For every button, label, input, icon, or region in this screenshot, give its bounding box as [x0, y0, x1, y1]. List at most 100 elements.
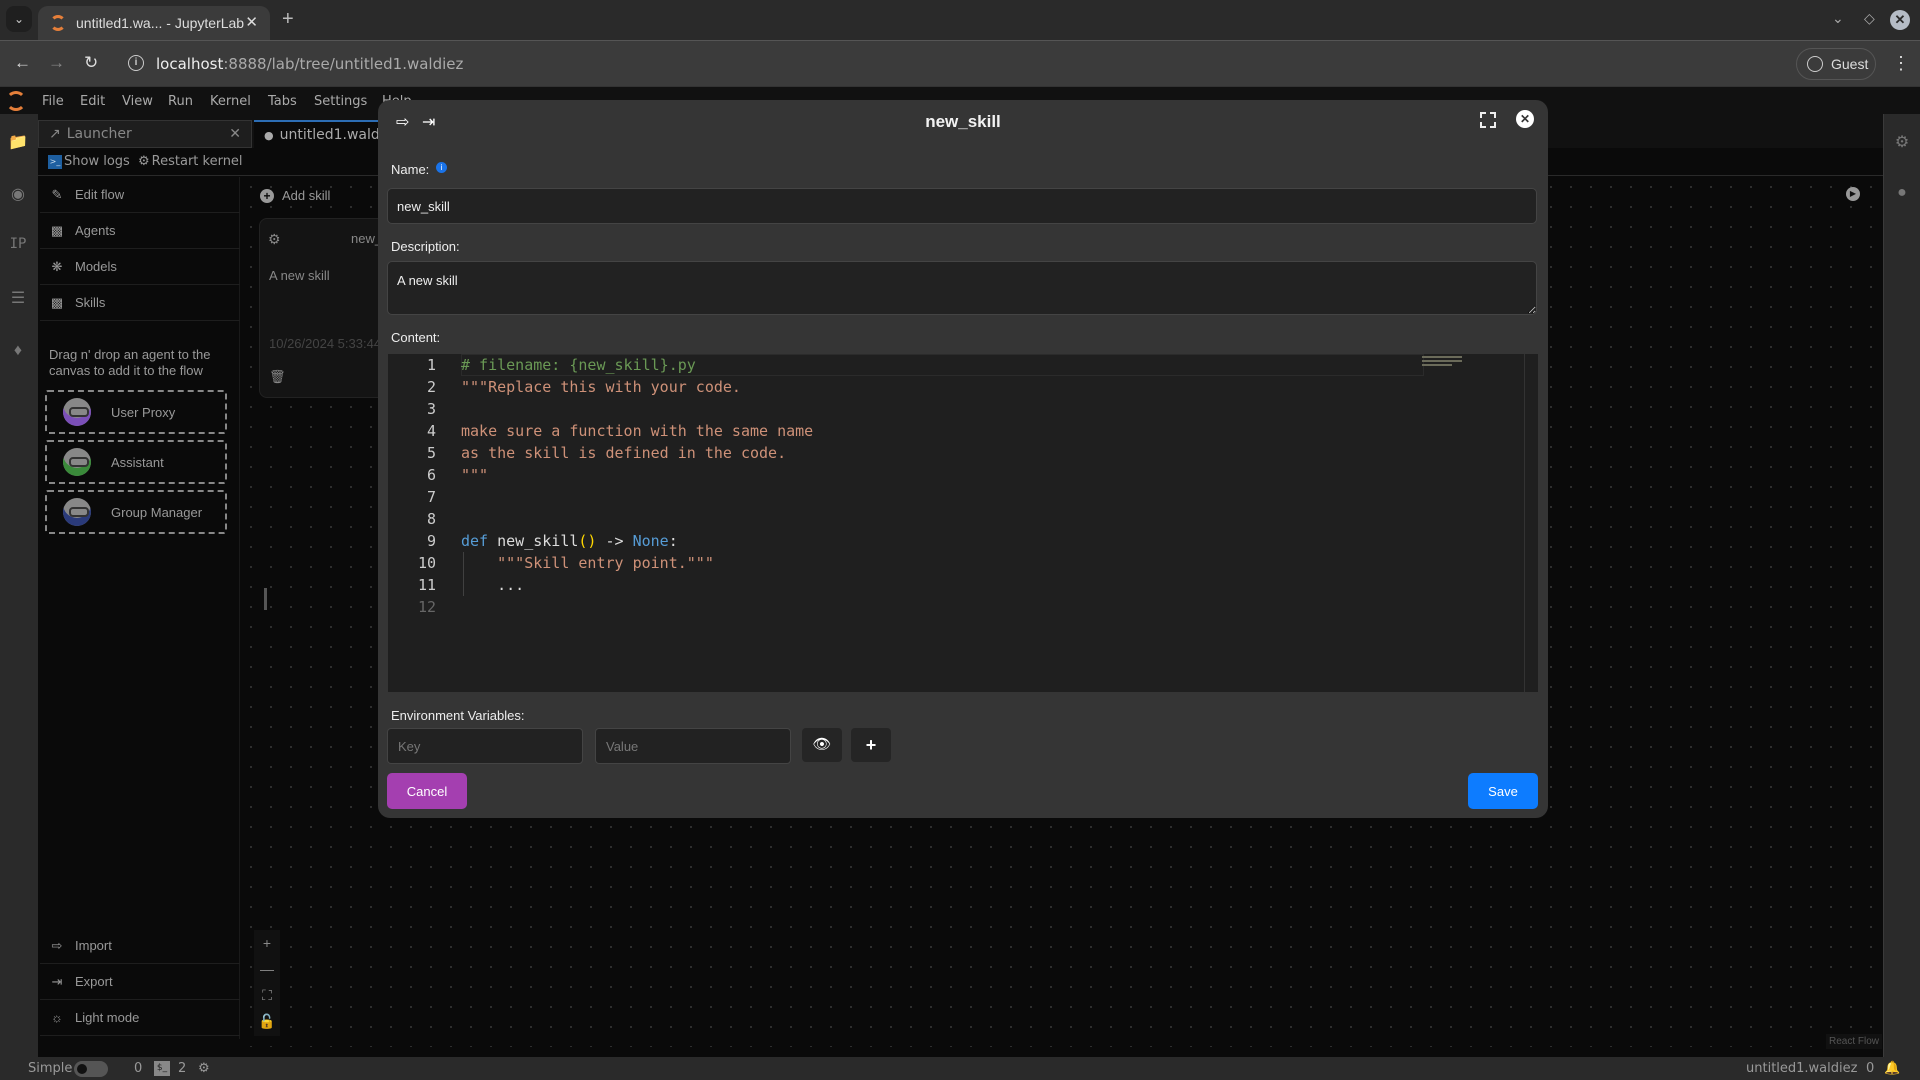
add-skill-button[interactable]: + Add skill — [260, 188, 330, 203]
minimap-line — [1422, 356, 1462, 358]
sidebar-item-edit-flow[interactable]: ✎ Edit flow — [40, 177, 240, 213]
code-token: """ — [461, 466, 489, 484]
menu-kernel[interactable]: Kernel — [210, 94, 251, 109]
tab-launcher[interactable]: ↗ Launcher ✕ — [38, 120, 252, 148]
env-value-input[interactable] — [595, 728, 791, 764]
info-icon[interactable]: i — [435, 162, 447, 173]
terminal-status-icon[interactable]: $_ — [154, 1061, 170, 1076]
site-info-icon[interactable]: i — [128, 55, 144, 71]
table-of-contents-icon[interactable]: ☰ — [8, 288, 28, 308]
extension-puzzle-icon[interactable]: ♦ — [8, 342, 28, 362]
chip-icon: ⚙ — [138, 154, 150, 169]
folder-icon[interactable]: 📁 — [8, 132, 28, 152]
simple-mode-toggle[interactable] — [74, 1061, 108, 1077]
show-logs-button[interactable]: >_ Show logs — [48, 154, 130, 169]
add-skill-label: Add skill — [282, 188, 331, 203]
save-button[interactable]: Save — [1468, 773, 1538, 809]
tab-search-button[interactable]: ⌄ — [6, 6, 32, 32]
sidebar-item-models[interactable]: ❋ Models — [40, 249, 240, 285]
toggle-visibility-button[interactable]: 👁 — [802, 728, 842, 762]
browser-tab-title: untitled1.wa... - JupyterLab — [76, 15, 245, 31]
left-activity-bar: 📁 ◉ IP ☰ ♦ — [0, 114, 38, 1057]
property-inspector-icon[interactable]: IP — [8, 236, 28, 256]
profile-label: Guest — [1831, 56, 1869, 72]
menu-tabs[interactable]: Tabs — [268, 94, 297, 109]
name-input[interactable] — [387, 188, 1537, 224]
launcher-icon: ↗ — [49, 126, 61, 142]
browser-menu-icon[interactable]: ⋮ — [1892, 53, 1910, 74]
react-flow-attribution[interactable]: React Flow — [1826, 1034, 1883, 1049]
env-vars-label: Environment Variables: — [391, 708, 525, 723]
property-gears-icon[interactable]: ⚙ — [1892, 132, 1912, 152]
trash-icon[interactable]: 🗑 — [269, 369, 286, 385]
diamond-icon[interactable]: ◇ — [1864, 10, 1875, 27]
zoom-out-icon[interactable]: — — [254, 956, 280, 982]
sidebar-item-import[interactable]: ⇨ Import — [40, 928, 240, 964]
editor-minimap[interactable] — [1422, 354, 1502, 384]
right-activity-bar: ⚙ ● — [1883, 114, 1920, 1057]
edit-icon: ✎ — [51, 186, 63, 202]
cancel-button[interactable]: Cancel — [387, 773, 467, 809]
agent-user-proxy[interactable]: User Proxy — [45, 390, 227, 434]
menu-run[interactable]: Run — [168, 94, 193, 109]
kernels-count[interactable]: 2 — [178, 1061, 186, 1076]
menu-view[interactable]: View — [122, 94, 153, 109]
gear-icon[interactable]: ⚙ — [268, 231, 281, 248]
back-arrow-icon[interactable]: ← — [14, 53, 31, 73]
line-number: 3 — [426, 400, 436, 418]
browser-tab[interactable]: untitled1.wa... - JupyterLab ✕ — [38, 6, 270, 40]
forward-arrow-icon[interactable]: → — [48, 53, 65, 73]
line-number: 4 — [426, 422, 436, 440]
line-number: 1 — [426, 356, 436, 374]
resize-handle[interactable] — [264, 588, 267, 610]
sidebar-item-label: Skills — [75, 295, 106, 310]
fullscreen-icon[interactable] — [1480, 112, 1496, 128]
agent-assistant[interactable]: Assistant — [45, 440, 227, 484]
menu-file[interactable]: File — [42, 94, 64, 109]
restart-kernel-button[interactable]: ⚙ Restart kernel — [138, 154, 243, 169]
sidebar-item-label: Models — [75, 259, 117, 274]
agent-group-manager[interactable]: Group Manager — [45, 490, 227, 534]
browser-address-bar: ← → ↻ i localhost:8888/lab/tree/untitled… — [0, 40, 1920, 86]
kernel-chip-icon[interactable]: ⚙ — [198, 1061, 210, 1076]
new-tab-button[interactable]: + — [282, 8, 294, 31]
agent-label: Group Manager — [111, 504, 203, 520]
code-text: as the skill is defined in the code. — [461, 442, 786, 464]
tab-list-chevron-icon[interactable]: ⌄ — [1832, 10, 1844, 27]
simple-mode-label: Simple — [28, 1061, 73, 1076]
close-modal-button[interactable]: ✕ — [1516, 110, 1534, 128]
code-token: make sure a function with the same name — [461, 422, 814, 440]
zoom-in-icon[interactable]: + — [254, 930, 280, 956]
menu-edit[interactable]: Edit — [80, 94, 105, 109]
sidebar-item-agents[interactable]: ▩ Agents — [40, 213, 240, 249]
code-editor[interactable]: 1 # filename: {new_skill}.py 2 """Replace t… — [388, 354, 1538, 692]
close-tab-icon[interactable]: ✕ — [245, 13, 258, 31]
description-textarea[interactable]: A new skill — [387, 261, 1537, 315]
menu-settings[interactable]: Settings — [314, 94, 367, 109]
terminal-icon: ▩ — [50, 294, 64, 310]
debugger-bug-icon[interactable]: ● — [1892, 184, 1912, 204]
sidebar-item-light-mode[interactable]: ☼ Light mode — [40, 1000, 240, 1036]
add-env-var-button[interactable]: + — [851, 728, 891, 762]
close-tab-icon[interactable]: ✕ — [229, 126, 241, 142]
window-close-button[interactable]: ✕ — [1890, 10, 1910, 30]
sidebar-item-export[interactable]: ⇥ Export — [40, 964, 240, 1000]
sidebar-item-skills[interactable]: ▩ Skills — [40, 285, 240, 321]
url-field[interactable]: localhost:8888/lab/tree/untitled1.waldie… — [156, 55, 463, 73]
reload-icon[interactable]: ↻ — [84, 53, 98, 73]
line-number: 5 — [426, 444, 436, 462]
lock-icon[interactable]: 🔓 — [254, 1008, 280, 1034]
run-flow-play-icon[interactable]: ▶ — [1846, 187, 1860, 201]
editor-scrollbar[interactable] — [1524, 354, 1538, 692]
notification-count[interactable]: 0 — [1866, 1061, 1874, 1076]
code-token: : — [668, 532, 678, 550]
bell-icon[interactable]: 🔔 — [1884, 1061, 1900, 1076]
agent-label: Assistant — [111, 454, 164, 470]
terminals-count[interactable]: 0 — [134, 1061, 142, 1076]
env-key-input[interactable] — [387, 728, 583, 764]
running-stop-icon[interactable]: ◉ — [8, 184, 28, 204]
terminal-icon: >_ — [48, 154, 62, 169]
line-number: 12 — [417, 598, 436, 616]
fit-view-icon[interactable]: ⛶ — [254, 982, 280, 1008]
profile-button[interactable]: Guest — [1796, 48, 1876, 80]
